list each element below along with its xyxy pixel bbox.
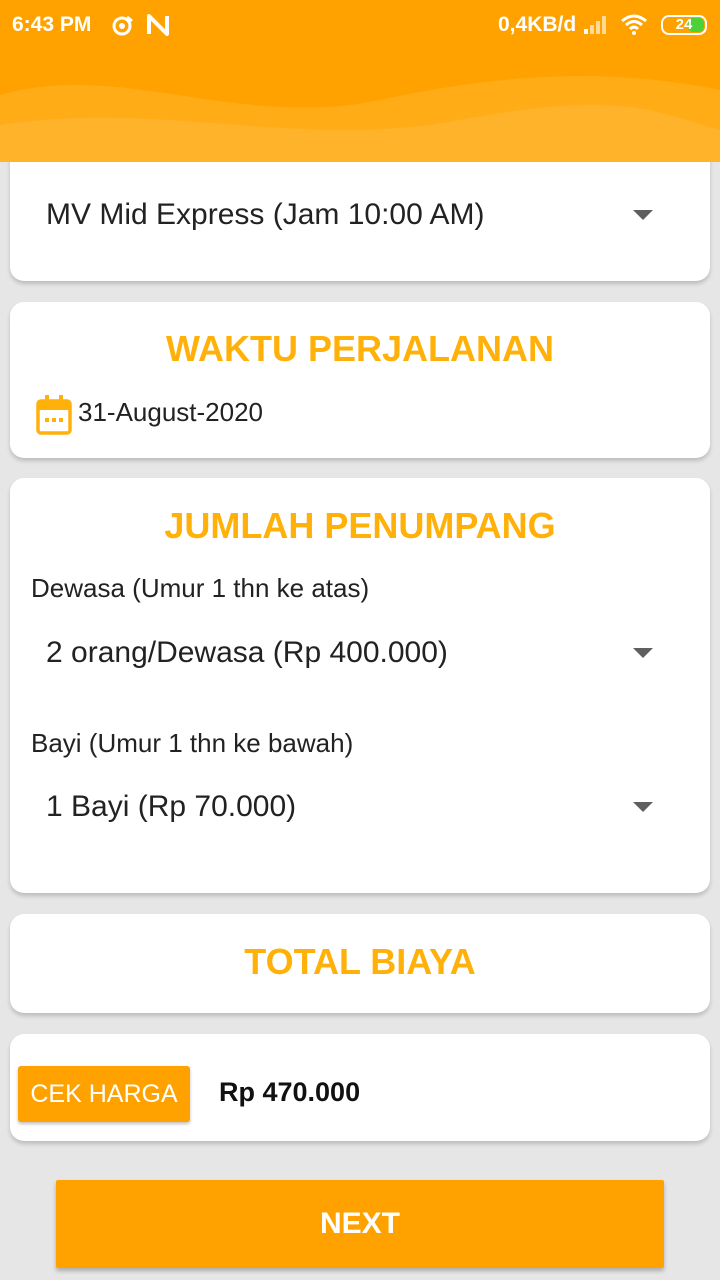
total-amount: Rp 470.000 bbox=[219, 1077, 361, 1107]
dropdown-arrow-icon bbox=[633, 802, 653, 812]
adult-spinner[interactable]: 2 orang/Dewasa (Rp 400.000) bbox=[46, 628, 670, 678]
adult-label: Dewasa (Umur 1 thn ke atas) bbox=[31, 573, 370, 603]
travel-time-card: WAKTU PERJALANAN 31-August-2020 bbox=[10, 302, 710, 458]
total-value-card: CEK HARGA Rp 470.000 bbox=[10, 1034, 710, 1141]
n-app-icon bbox=[147, 14, 169, 36]
next-button[interactable]: NEXT bbox=[56, 1180, 664, 1268]
wifi-icon bbox=[621, 14, 647, 35]
infant-spinner[interactable]: 1 Bayi (Rp 70.000) bbox=[46, 782, 670, 832]
status-time: 6:43 PM bbox=[12, 13, 92, 36]
dropdown-arrow-icon bbox=[633, 648, 653, 658]
infant-label: Bayi (Umur 1 thn ke bawah) bbox=[31, 728, 354, 758]
ship-spinner[interactable]: MV Mid Express (Jam 10:00 AM) bbox=[46, 190, 670, 240]
signal-icon bbox=[584, 16, 606, 34]
total-title-card: TOTAL BIAYA bbox=[10, 914, 710, 1013]
travel-date[interactable]: 31-August-2020 bbox=[78, 397, 263, 428]
passenger-card: JUMLAH PENUMPANG Dewasa (Umur 1 thn ke a… bbox=[10, 478, 710, 893]
status-bar: 6:43 PM 0,4KB/d 24 bbox=[0, 0, 720, 52]
battery-icon: 24 bbox=[661, 15, 707, 35]
travel-time-title: WAKTU PERJALANAN bbox=[165, 328, 554, 369]
battery-level: 24 bbox=[675, 16, 693, 33]
total-title: TOTAL BIAYA bbox=[244, 941, 476, 982]
calendar-icon[interactable] bbox=[36, 395, 72, 435]
ship-selected-value: MV Mid Express (Jam 10:00 AM) bbox=[46, 198, 485, 231]
check-price-button[interactable]: CEK HARGA bbox=[18, 1066, 190, 1122]
adult-selected-value: 2 orang/Dewasa (Rp 400.000) bbox=[46, 636, 448, 669]
network-speed: 0,4KB/d bbox=[498, 13, 577, 36]
dropdown-arrow-icon bbox=[633, 210, 653, 220]
passenger-title: JUMLAH PENUMPANG bbox=[164, 505, 556, 546]
alarm-icon bbox=[112, 15, 133, 36]
infant-selected-value: 1 Bayi (Rp 70.000) bbox=[46, 790, 297, 823]
